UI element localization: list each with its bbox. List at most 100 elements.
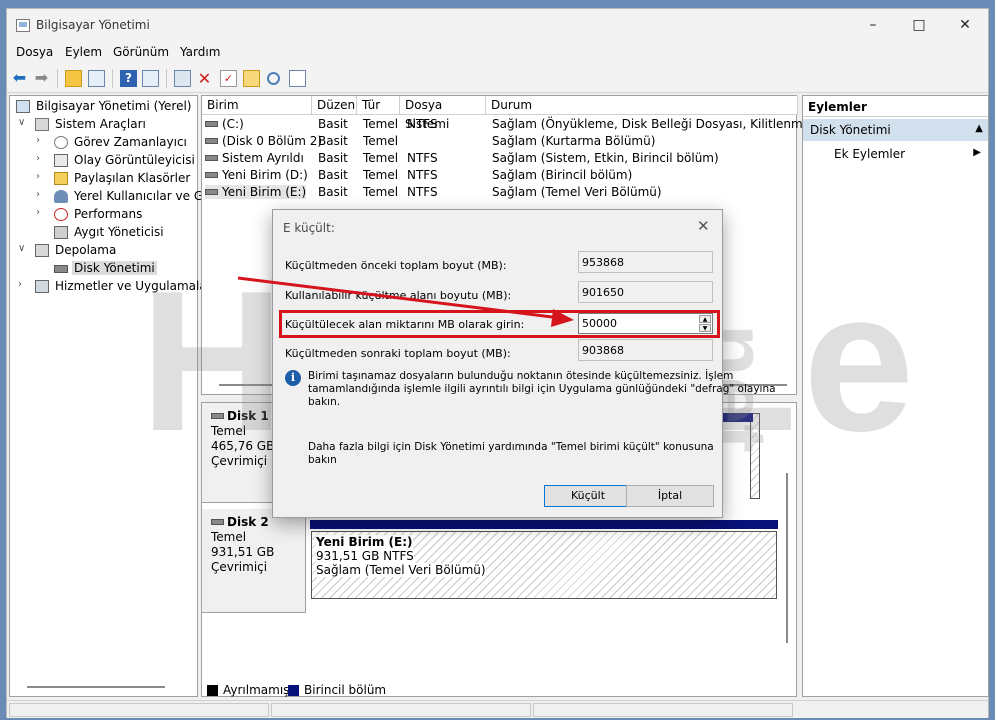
minimize-button[interactable]: –	[850, 9, 896, 41]
expand-chevron-icon[interactable]: ›	[18, 279, 28, 290]
disk-1-partition[interactable]	[750, 413, 760, 499]
disk-icon	[211, 412, 224, 419]
list-icon[interactable]	[289, 70, 306, 87]
total-before-field: 953868	[578, 251, 713, 273]
more-actions-label: Ek Eylemler	[834, 147, 906, 161]
filesystem-cell: NTFS	[407, 151, 438, 165]
tree-label: Görev Zamanlayıcı	[74, 135, 187, 149]
disk-2-label[interactable]: Disk 2 Temel 931,51 GB Çevrimiçi	[202, 509, 306, 613]
horizontal-scrollbar[interactable]	[27, 686, 165, 688]
volume-name: Yeni Birim (E:)	[222, 185, 307, 199]
column-header-status[interactable]: Durum	[486, 96, 798, 115]
column-header-type[interactable]: Tür	[357, 96, 400, 115]
layout-cell: Basit	[318, 117, 348, 131]
properties-icon[interactable]	[142, 70, 159, 87]
total-before-label: Küçültmeden önceki toplam boyut (MB):	[285, 259, 507, 272]
expand-chevron-icon[interactable]: ›	[36, 207, 46, 218]
volume-name: Yeni Birim (D:)	[222, 168, 308, 182]
tree-label: Bilgisayar Yönetimi (Yerel)	[36, 99, 192, 113]
status-cell	[533, 703, 793, 717]
table-row[interactable]: (Disk 0 Bölüm 2) Basit Temel Sağlam (Kur…	[202, 134, 798, 151]
partition-status: Sağlam (Temel Veri Bölümü)	[316, 563, 486, 577]
expand-chevron-icon[interactable]: ›	[36, 171, 46, 182]
submenu-arrow-icon: ▶	[973, 147, 981, 158]
filesystem-cell: NTFS	[407, 185, 438, 199]
column-header-filesystem[interactable]: Dosya Sistemi	[400, 96, 486, 131]
vertical-scrollbar[interactable]	[786, 473, 788, 643]
performance-icon	[54, 208, 68, 221]
toolbar-separator	[57, 69, 58, 88]
tree-label: Olay Görüntüleyicisi	[74, 153, 195, 167]
volume-icon	[205, 137, 218, 144]
disk-size: 931,51 GB	[211, 545, 275, 559]
status-cell	[271, 703, 531, 717]
tree-label: Performans	[74, 207, 143, 221]
type-cell: Temel	[363, 134, 399, 148]
column-header-volume[interactable]: Birim	[202, 96, 312, 115]
menu-action[interactable]: Eylem	[65, 45, 102, 59]
table-row[interactable]: (C:) Basit Temel NTFS Sağlam (Önyükleme,…	[202, 117, 849, 134]
clock-icon	[54, 136, 68, 149]
dialog-title: E küçült:	[283, 221, 335, 235]
volume-icon	[205, 154, 218, 161]
tree-label: Paylaşılan Klasörler	[74, 171, 191, 185]
volume-name: (C:)	[222, 117, 244, 131]
collapse-triangle-icon[interactable]: ▲	[975, 123, 983, 134]
table-row[interactable]: Sistem Ayrıldı Basit Temel NTFS Sağlam (…	[202, 151, 798, 168]
tree-label: Hizmetler ve Uygulamalar	[55, 279, 212, 293]
back-arrow-icon[interactable]: ⬅	[11, 70, 28, 87]
delete-icon[interactable]: ✕	[196, 70, 213, 87]
help-text-line: bakın	[308, 454, 337, 466]
partition-e[interactable]: Yeni Birim (E:) 931,51 GB NTFS Sağlam (T…	[311, 531, 777, 599]
help-icon[interactable]: ?	[120, 70, 137, 87]
connect-icon[interactable]	[174, 70, 191, 87]
show-hide-tree-icon[interactable]	[88, 70, 105, 87]
collapse-chevron-icon[interactable]: ∨	[18, 243, 28, 254]
shrink-button[interactable]: Küçült	[544, 485, 632, 507]
services-icon	[35, 280, 49, 293]
menu-view[interactable]: Görünüm	[113, 45, 169, 59]
check-icon[interactable]: ✓	[220, 70, 237, 87]
annotation-highlight-box	[279, 310, 720, 338]
more-actions-item[interactable]: Ek Eylemler ▶	[803, 143, 988, 163]
total-after-label: Küçültmeden sonraki toplam boyut (MB):	[285, 347, 511, 360]
forward-arrow-icon[interactable]: ➡	[33, 70, 50, 87]
collapse-chevron-icon[interactable]: ∨	[18, 117, 28, 128]
computer-management-icon	[16, 19, 30, 32]
tree-label: Aygıt Yöneticisi	[74, 225, 164, 239]
volume-name-cell: (C:)	[205, 117, 244, 131]
maximize-button[interactable]: □	[896, 9, 942, 41]
volume-name-cell: (Disk 0 Bölüm 2)	[205, 134, 322, 148]
actions-header: Eylemler	[803, 96, 988, 117]
toolbar-separator	[166, 69, 167, 88]
status-cell: Sağlam (Önyükleme, Disk Belleği Dosyası,…	[492, 117, 850, 131]
up-folder-icon[interactable]	[65, 70, 82, 87]
close-button[interactable]: ✕	[942, 9, 988, 41]
available-label: Kullanılabilir küçültme alanı boyutu (MB…	[285, 289, 512, 302]
disk-status: Çevrimiçi	[211, 560, 268, 574]
column-header-layout[interactable]: Düzen	[312, 96, 357, 115]
legend-label-primary: Birincil bölüm	[304, 683, 387, 697]
import-icon[interactable]	[243, 70, 260, 87]
status-cell: Sağlam (Kurtarma Bölümü)	[492, 134, 656, 148]
search-icon[interactable]	[267, 72, 280, 85]
menu-help[interactable]: Yardım	[180, 45, 220, 59]
menu-file[interactable]: Dosya	[16, 45, 53, 59]
dialog-close-icon[interactable]: ✕	[697, 217, 710, 235]
actions-section-disk-management[interactable]: Disk Yönetimi ▲	[803, 119, 988, 141]
expand-chevron-icon[interactable]: ›	[36, 153, 46, 164]
tree-label: Sistem Araçları	[55, 117, 146, 131]
partition-name: Yeni Birim (E:)	[316, 535, 413, 549]
cancel-button[interactable]: İptal	[626, 485, 714, 507]
layout-cell: Basit	[318, 168, 348, 182]
users-icon	[54, 190, 68, 203]
status-cell: Sağlam (Birincil bölüm)	[492, 168, 633, 182]
legend-swatch-primary	[288, 685, 299, 696]
table-row[interactable]: Yeni Birim (D:) Basit Temel NTFS Sağlam …	[202, 168, 798, 185]
expand-chevron-icon[interactable]: ›	[36, 189, 46, 200]
disk-2-partition-bar	[310, 520, 778, 529]
expand-chevron-icon[interactable]: ›	[36, 135, 46, 146]
status-cell: Sağlam (Temel Veri Bölümü)	[492, 185, 662, 199]
shrink-dialog: E küçült: ✕ Küçültmeden önceki toplam bo…	[272, 209, 776, 518]
table-row-selected[interactable]: Yeni Birim (E:) Basit Temel NTFS Sağlam …	[202, 185, 798, 202]
